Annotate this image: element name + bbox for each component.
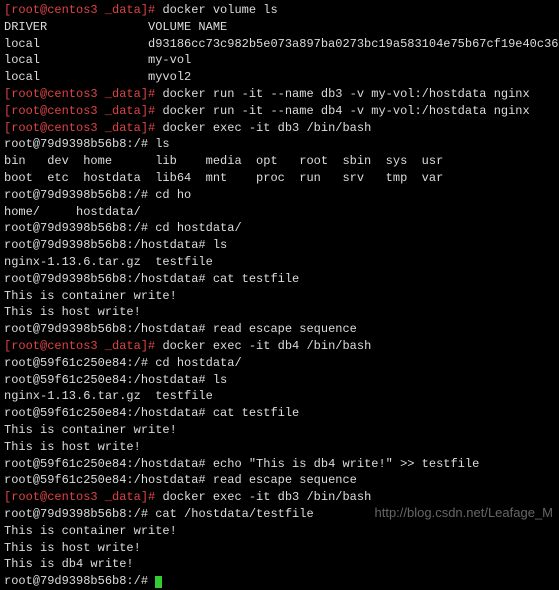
terminal-line: root@79d9398b56b8:/hostdata# ls <box>4 237 555 254</box>
shell-prompt: root@79d9398b56b8:/# <box>4 507 155 521</box>
terminal-line: This is container write! <box>4 523 555 540</box>
shell-command: docker exec -it db3 /bin/bash <box>162 490 371 504</box>
shell-prompt: [root@centos3 _data]# <box>4 3 162 17</box>
terminal-line: This is container write! <box>4 422 555 439</box>
terminal-line: [root@centos3 _data]# docker exec -it db… <box>4 338 555 355</box>
terminal-line: boot etc hostdata lib64 mnt proc run srv… <box>4 170 555 187</box>
terminal-line: root@59f61c250e84:/hostdata# read escape… <box>4 472 555 489</box>
shell-command: cd hostdata/ <box>155 221 241 235</box>
terminal-line: bin dev home lib media opt root sbin sys… <box>4 153 555 170</box>
shell-prompt: root@59f61c250e84:/hostdata# <box>4 457 213 471</box>
terminal-line: This is host write! <box>4 439 555 456</box>
shell-command: cd ho <box>155 188 191 202</box>
terminal-line: This is host write! <box>4 540 555 557</box>
terminal-line: local myvol2 <box>4 69 555 86</box>
shell-prompt: [root@centos3 _data]# <box>4 490 162 504</box>
shell-command: docker exec -it db4 /bin/bash <box>162 339 371 353</box>
terminal-line: [root@centos3 _data]# docker volume ls <box>4 2 555 19</box>
shell-prompt: root@79d9398b56b8:/# <box>4 574 155 588</box>
watermark-text: http://blog.csdn.net/Leafage_M <box>374 504 553 522</box>
cursor-block <box>155 576 162 588</box>
shell-command: read escape sequence <box>213 322 357 336</box>
shell-command: echo "This is db4 write!" >> testfile <box>213 457 479 471</box>
shell-command: cat testfile <box>213 406 299 420</box>
shell-command: docker run -it --name db3 -v my-vol:/hos… <box>162 87 529 101</box>
terminal-line: home/ hostdata/ <box>4 204 555 221</box>
shell-command: cat /hostdata/testfile <box>155 507 313 521</box>
terminal-line: This is db4 write! <box>4 556 555 573</box>
terminal-line: root@59f61c250e84:/hostdata# echo "This … <box>4 456 555 473</box>
shell-prompt: root@79d9398b56b8:/# <box>4 188 155 202</box>
shell-command: cd hostdata/ <box>155 356 241 370</box>
shell-prompt: [root@centos3 _data]# <box>4 339 162 353</box>
terminal-output[interactable]: [root@centos3 _data]# docker volume lsDR… <box>4 2 555 590</box>
shell-prompt: root@79d9398b56b8:/# <box>4 221 155 235</box>
terminal-line: root@79d9398b56b8:/# <box>4 573 555 590</box>
terminal-line: nginx-1.13.6.tar.gz testfile <box>4 388 555 405</box>
shell-prompt: root@79d9398b56b8:/# <box>4 137 155 151</box>
shell-command: ls <box>155 137 169 151</box>
terminal-line: root@59f61c250e84:/# cd hostdata/ <box>4 355 555 372</box>
terminal-line: [root@centos3 _data]# docker run -it --n… <box>4 103 555 120</box>
shell-command: docker volume ls <box>162 3 277 17</box>
terminal-line: [root@centos3 _data]# docker run -it --n… <box>4 86 555 103</box>
shell-command: cat testfile <box>213 272 299 286</box>
terminal-line: DRIVER VOLUME NAME <box>4 19 555 36</box>
terminal-line: root@79d9398b56b8:/hostdata# read escape… <box>4 321 555 338</box>
terminal-line: local d93186cc73c982b5e073a897ba0273bc19… <box>4 36 555 53</box>
shell-command: docker run -it --name db4 -v my-vol:/hos… <box>162 104 529 118</box>
terminal-line: nginx-1.13.6.tar.gz testfile <box>4 254 555 271</box>
shell-prompt: [root@centos3 _data]# <box>4 121 162 135</box>
shell-prompt: root@79d9398b56b8:/hostdata# <box>4 322 213 336</box>
terminal-line: root@79d9398b56b8:/hostdata# cat testfil… <box>4 271 555 288</box>
shell-prompt: root@59f61c250e84:/hostdata# <box>4 406 213 420</box>
terminal-line: root@59f61c250e84:/hostdata# ls <box>4 372 555 389</box>
shell-command: ls <box>213 373 227 387</box>
terminal-line: root@59f61c250e84:/hostdata# cat testfil… <box>4 405 555 422</box>
shell-prompt: [root@centos3 _data]# <box>4 104 162 118</box>
shell-prompt: root@79d9398b56b8:/hostdata# <box>4 272 213 286</box>
terminal-line: local my-vol <box>4 52 555 69</box>
shell-prompt: root@59f61c250e84:/# <box>4 356 155 370</box>
shell-prompt: [root@centos3 _data]# <box>4 87 162 101</box>
terminal-line: root@79d9398b56b8:/# cd ho <box>4 187 555 204</box>
shell-prompt: root@79d9398b56b8:/hostdata# <box>4 238 213 252</box>
shell-prompt: root@59f61c250e84:/hostdata# <box>4 373 213 387</box>
terminal-line: root@79d9398b56b8:/# cd hostdata/ <box>4 220 555 237</box>
terminal-line: This is container write! <box>4 288 555 305</box>
terminal-line: [root@centos3 _data]# docker exec -it db… <box>4 120 555 137</box>
shell-command: docker exec -it db3 /bin/bash <box>162 121 371 135</box>
shell-command: ls <box>213 238 227 252</box>
shell-prompt: root@59f61c250e84:/hostdata# <box>4 473 213 487</box>
terminal-line: root@79d9398b56b8:/# ls <box>4 136 555 153</box>
terminal-line: This is host write! <box>4 304 555 321</box>
shell-command: read escape sequence <box>213 473 357 487</box>
